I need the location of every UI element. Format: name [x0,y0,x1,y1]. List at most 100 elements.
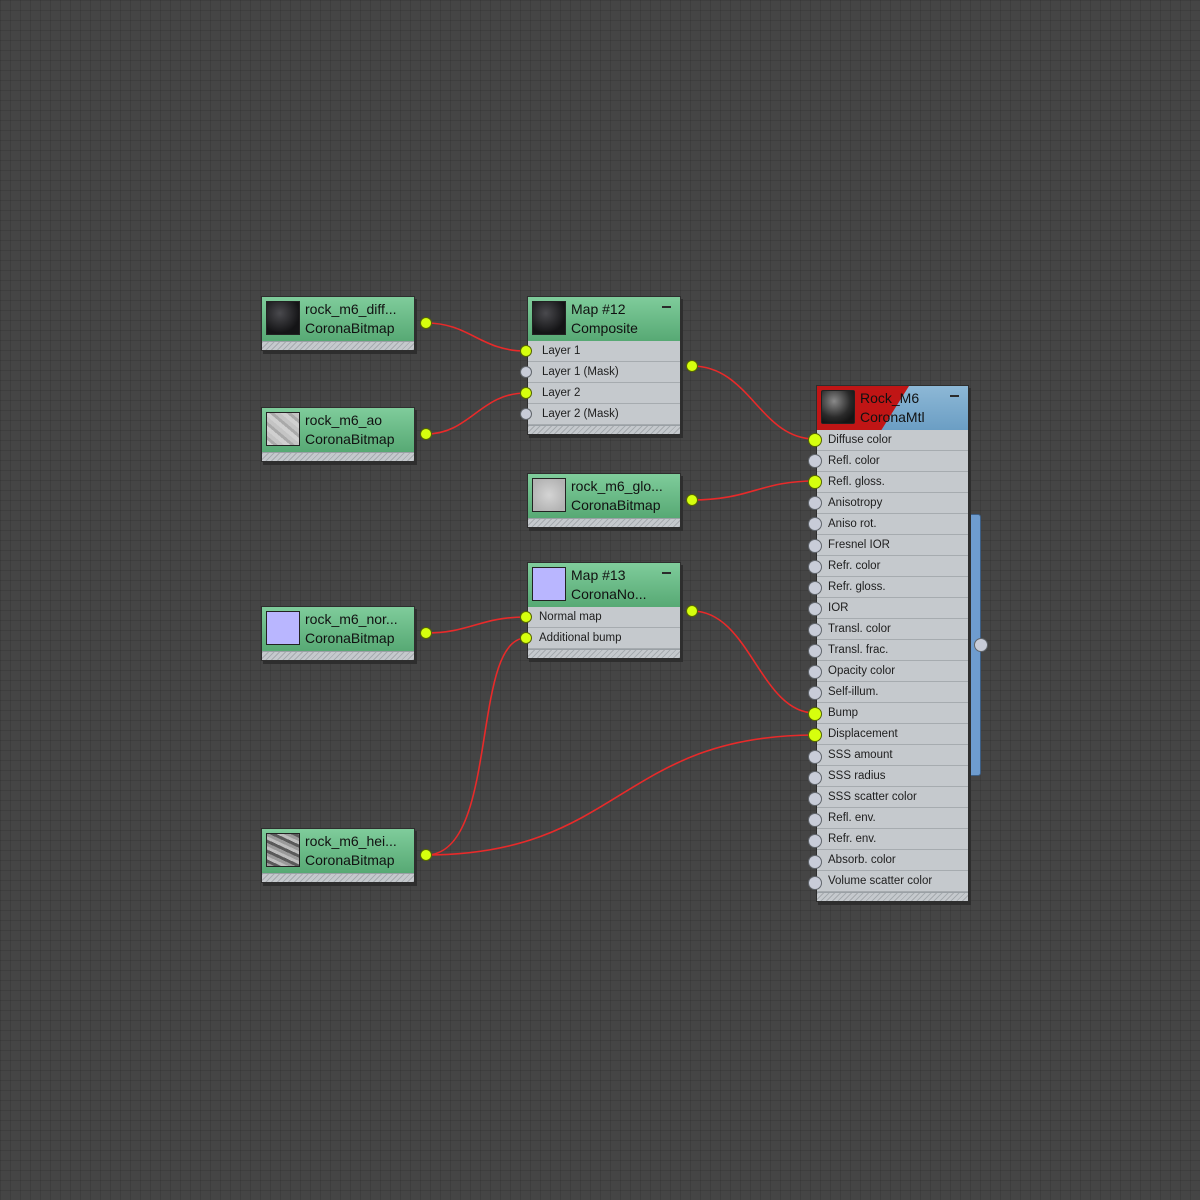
input-port-additional-bump[interactable] [520,632,532,644]
slot-displacement[interactable]: Displacement [817,724,968,745]
input-port-normal-map[interactable] [520,611,532,623]
slot-fresnel-ior[interactable]: Fresnel IOR [817,535,968,556]
input-port-layer-2-mask[interactable] [520,408,532,420]
input-port-material-slot[interactable] [808,665,822,679]
input-port-material-slot[interactable] [808,602,822,616]
minimize-icon[interactable] [662,306,671,308]
bitmap-node-gloss[interactable]: rock_m6_glo... CoronaBitmap [527,473,681,528]
slot-diffuse-color[interactable]: Diffuse color [817,430,968,451]
input-port-material-slot[interactable] [808,855,822,869]
output-port-diffuse[interactable] [420,317,432,329]
wire-normalnode-to-bump [691,610,816,714]
output-port-ao[interactable] [420,428,432,440]
slot-ior[interactable]: IOR [817,598,968,619]
node-type: CoronaBitmap [305,431,395,447]
minimize-icon[interactable] [950,395,959,397]
output-port-gloss[interactable] [686,494,698,506]
slot-sss-amount[interactable]: SSS amount [817,745,968,766]
wire-height-to-addbump [425,637,527,856]
node-footer [528,649,680,658]
output-port-height[interactable] [420,849,432,861]
slot-self-illum[interactable]: Self-illum. [817,682,968,703]
input-port-material-slot[interactable] [808,750,822,764]
node-name: rock_m6_hei... [305,833,397,849]
bitmap-node-normal[interactable]: rock_m6_nor... CoronaBitmap [261,606,415,661]
slot-opacity-color[interactable]: Opacity color [817,661,968,682]
slot-layer-1[interactable]: Layer 1 [528,341,680,362]
node-header[interactable]: rock_m6_hei... CoronaBitmap [262,829,414,873]
node-type: CoronaNo... [571,586,647,602]
output-port-composite[interactable] [686,360,698,372]
slot-absorb-color[interactable]: Absorb. color [817,850,968,871]
input-port-material-slot[interactable] [808,517,822,531]
node-name: Map #13 [571,567,626,583]
bitmap-node-height[interactable]: rock_m6_hei... CoronaBitmap [261,828,415,883]
slot-transl-color[interactable]: Transl. color [817,619,968,640]
node-header[interactable]: Rock_M6 CoronaMtl [817,386,968,430]
input-port-material-slot[interactable] [808,876,822,890]
slot-sss-scatter-color[interactable]: SSS scatter color [817,787,968,808]
input-port-material-slot[interactable] [808,496,822,510]
input-port-layer-1-mask[interactable] [520,366,532,378]
composite-node[interactable]: Map #12 Composite Layer 1 Layer 1 (Mask)… [527,296,681,435]
output-port-corona-normal[interactable] [686,605,698,617]
node-header[interactable]: rock_m6_nor... CoronaBitmap [262,607,414,651]
slot-bump[interactable]: Bump [817,703,968,724]
input-port-material-slot[interactable] [808,686,822,700]
slot-refl-env[interactable]: Refl. env. [817,808,968,829]
bitmap-node-diffuse[interactable]: rock_m6_diff... CoronaBitmap [261,296,415,351]
input-port-material-slot[interactable] [808,539,822,553]
input-port-material-slot[interactable] [808,475,822,489]
texture-thumbnail [532,478,566,512]
node-header[interactable]: rock_m6_ao CoronaBitmap [262,408,414,452]
slot-anisotropy[interactable]: Anisotropy [817,493,968,514]
input-port-material-slot[interactable] [808,433,822,447]
slot-sss-radius[interactable]: SSS radius [817,766,968,787]
material-node[interactable]: Rock_M6 CoronaMtl Diffuse color Refl. co… [816,385,969,902]
input-port-layer-2[interactable] [520,387,532,399]
slot-layer-2[interactable]: Layer 2 [528,383,680,404]
node-footer [528,518,680,527]
node-type: CoronaBitmap [305,852,395,868]
node-header[interactable]: rock_m6_diff... CoronaBitmap [262,297,414,341]
slot-refl-gloss[interactable]: Refl. gloss. [817,472,968,493]
node-name: Rock_M6 [860,390,920,406]
input-port-material-slot[interactable] [808,728,822,742]
input-port-material-slot[interactable] [808,771,822,785]
slot-refr-env[interactable]: Refr. env. [817,829,968,850]
input-port-material-slot[interactable] [808,644,822,658]
slot-additional-bump[interactable]: Additional bump [528,628,680,649]
input-port-material-slot[interactable] [808,623,822,637]
slot-transl-frac[interactable]: Transl. frac. [817,640,968,661]
slot-refr-gloss[interactable]: Refr. gloss. [817,577,968,598]
input-port-material-slot[interactable] [808,792,822,806]
node-header[interactable]: Map #13 CoronaNo... [528,563,680,607]
input-port-material-slot[interactable] [808,834,822,848]
slot-volume-scatter-color[interactable]: Volume scatter color [817,871,968,892]
node-header[interactable]: Map #12 Composite [528,297,680,341]
slot-refl-color[interactable]: Refl. color [817,451,968,472]
input-port-material-slot[interactable] [808,560,822,574]
slot-aniso-rot[interactable]: Aniso rot. [817,514,968,535]
input-port-layer-1[interactable] [520,345,532,357]
slot-refr-color[interactable]: Refr. color [817,556,968,577]
node-type: CoronaMtl [860,409,925,425]
input-port-material-slot[interactable] [808,707,822,721]
slot-normal-map[interactable]: Normal map [528,607,680,628]
input-port-material-slot[interactable] [808,581,822,595]
node-header[interactable]: rock_m6_glo... CoronaBitmap [528,474,680,518]
texture-thumbnail [532,301,566,335]
input-port-material-slot[interactable] [808,813,822,827]
output-port-normal[interactable] [420,627,432,639]
input-port-material-slot[interactable] [808,454,822,468]
corona-normal-node[interactable]: Map #13 CoronaNo... Normal map Additiona… [527,562,681,659]
minimize-icon[interactable] [662,572,671,574]
bitmap-node-ao[interactable]: rock_m6_ao CoronaBitmap [261,407,415,462]
output-port-material[interactable] [974,638,988,652]
slot-layer-2-mask[interactable]: Layer 2 (Mask) [528,404,680,425]
node-editor-canvas[interactable]: rock_m6_diff... CoronaBitmap rock_m6_ao … [0,0,1200,1200]
texture-thumbnail [266,301,300,335]
slot-layer-1-mask[interactable]: Layer 1 (Mask) [528,362,680,383]
node-type: CoronaBitmap [571,497,661,513]
wire-diff-to-layer1 [425,322,527,352]
